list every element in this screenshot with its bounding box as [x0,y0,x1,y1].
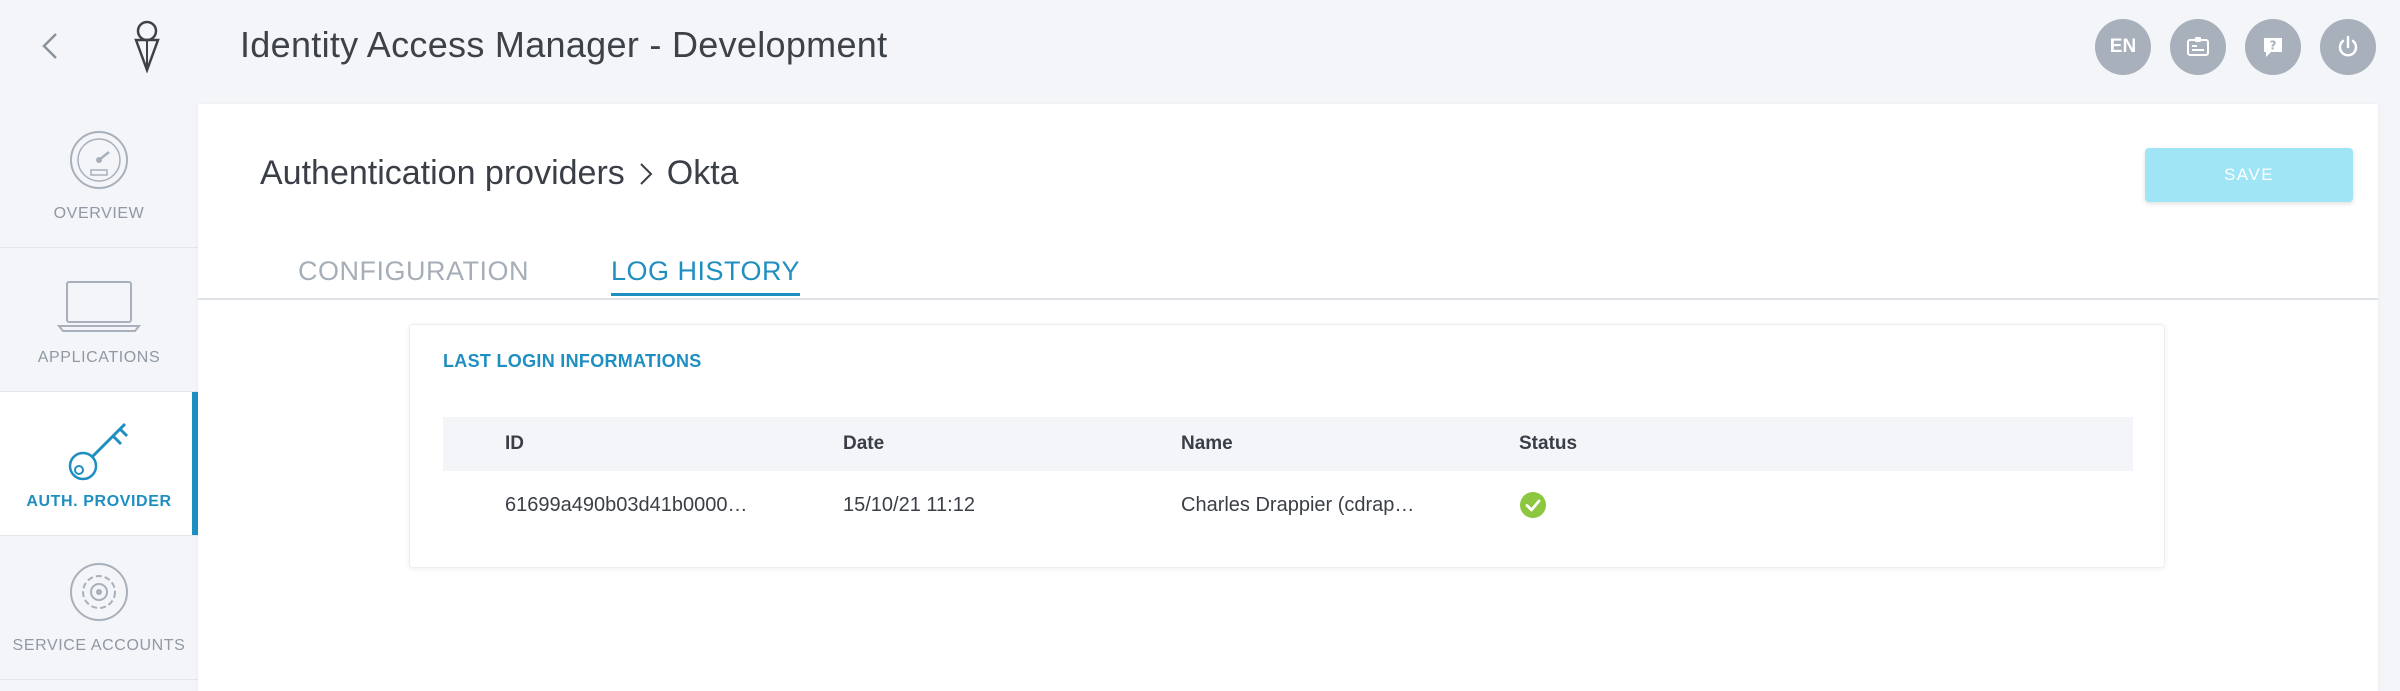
sidebar-item-label: AUTH. PROVIDER [26,493,172,510]
tab-log-history[interactable]: LOG HISTORY [611,256,801,296]
help-button[interactable]: ? [2245,19,2301,75]
speedometer-icon [67,128,131,192]
header-actions: EN ? [2095,19,2376,75]
tab-configuration[interactable]: CONFIGURATION [298,256,529,293]
login-id: 61699a490b03d41b0000… [505,493,748,516]
key-icon [63,414,135,486]
sidebar-item-service-accounts[interactable]: SERVICE ACCOUNTS [0,536,198,680]
table-header: ID Date Name Status [443,417,2133,471]
chevron-right-icon [635,159,657,189]
sidebar: OVERVIEW APPLICATIONS AUTH. PROVIDER SER… [0,104,198,691]
login-status [1519,473,1719,537]
sidebar-item-overview[interactable]: OVERVIEW [0,104,198,248]
app-title: Identity Access Manager - Development [240,24,888,65]
gear-icon [67,560,131,624]
sidebar-item-label: OVERVIEW [53,205,145,222]
sidebar-item-label: SERVICE ACCOUNTS [12,637,186,654]
card-title: LAST LOGIN INFORMATIONS [443,351,702,371]
language-button[interactable]: EN [2095,19,2151,75]
column-header-name: Name [1181,433,1233,454]
back-arrow-icon[interactable] [36,28,64,64]
table-row: 61699a490b03d41b0000… 15/10/21 11:12 Cha… [443,473,2133,537]
power-icon [2338,35,2358,57]
check-circle-icon [1520,492,1546,518]
help-icon: ? [2264,38,2282,57]
id-card-icon [2187,37,2209,56]
sidebar-item-auth-provider[interactable]: AUTH. PROVIDER [0,392,198,536]
svg-text:?: ? [2270,39,2277,53]
sidebar-item-applications[interactable]: APPLICATIONS [0,248,198,392]
top-bar: Identity Access Manager - Development EN… [0,0,2400,104]
column-header-id: ID [505,433,524,454]
last-login-card: LAST LOGIN INFORMATIONS ID Date Name Sta… [409,324,2165,568]
laptop-icon [57,278,141,334]
breadcrumb-parent[interactable]: Authentication providers [260,154,625,193]
column-header-status: Status [1519,433,1578,454]
sidebar-item-label: APPLICATIONS [37,349,161,366]
breadcrumb: Authentication providers Okta [260,154,739,193]
app-logo [128,18,166,74]
language-label: EN [2109,36,2137,57]
tab-bar: CONFIGURATION LOG HISTORY [198,254,2378,300]
column-header-date: Date [843,433,885,454]
id-card-button[interactable] [2170,19,2226,75]
main-panel: Authentication providers Okta SAVE CONFI… [198,104,2378,691]
login-name: Charles Drappier (cdrap… [1181,493,1415,516]
breadcrumb-current: Okta [666,154,739,192]
login-date: 15/10/21 11:12 [843,493,975,516]
logout-button[interactable] [2320,19,2376,75]
save-button[interactable]: SAVE [2145,148,2353,202]
